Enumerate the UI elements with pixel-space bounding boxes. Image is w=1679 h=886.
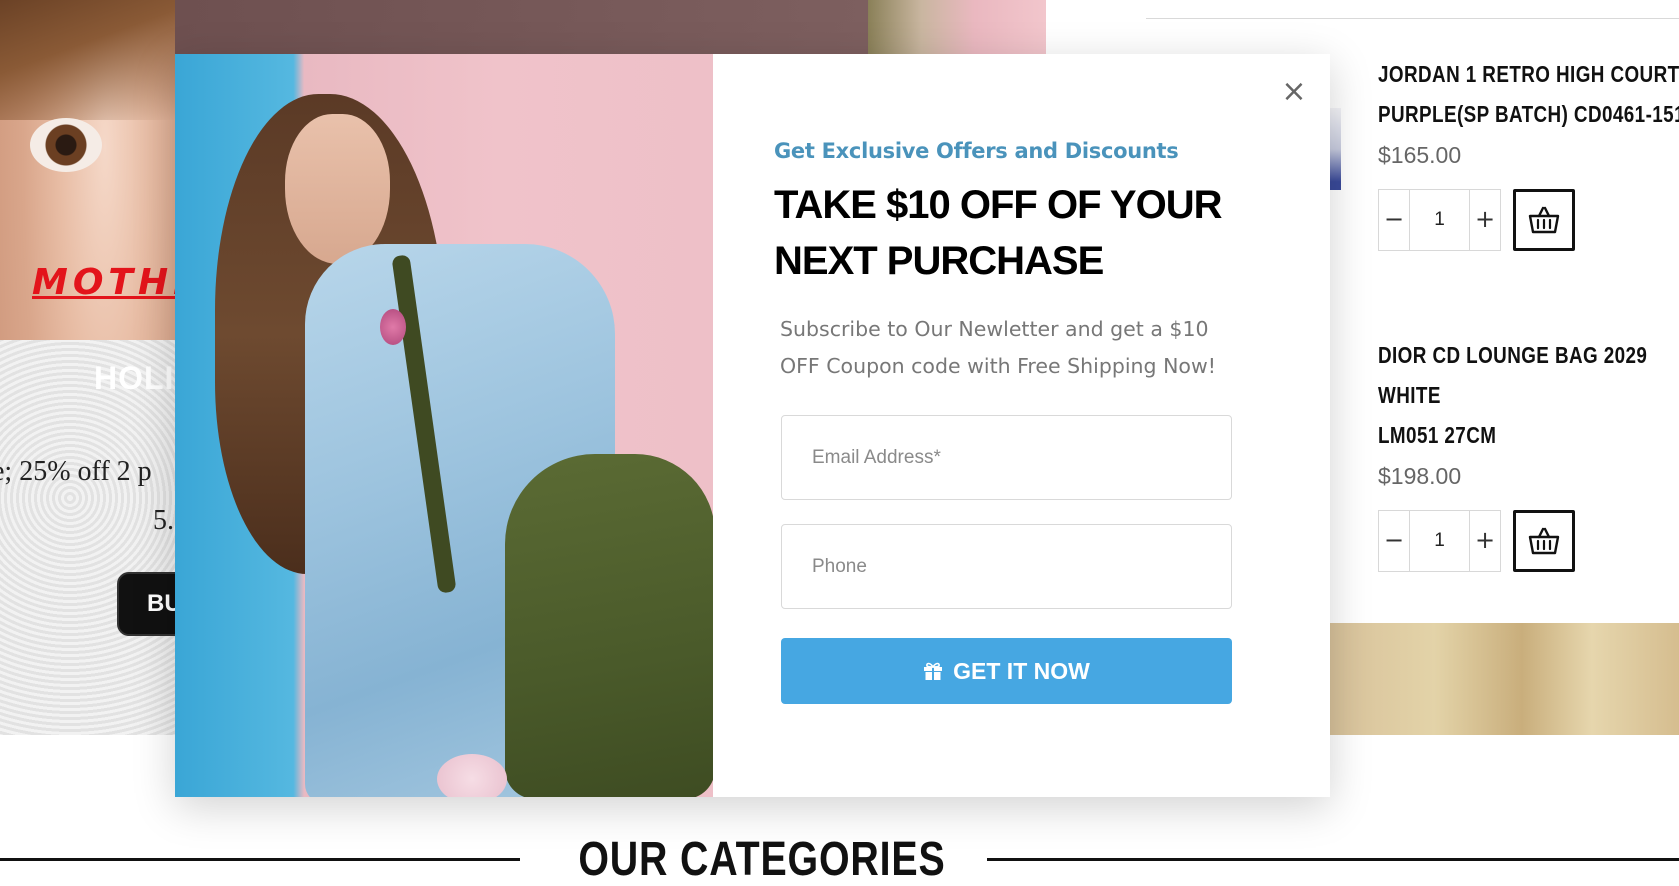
quantity-row: − 1 + [1378, 510, 1679, 572]
phone-field[interactable] [781, 524, 1232, 609]
basket-icon [1528, 206, 1560, 234]
quantity-decrease-button[interactable]: − [1379, 190, 1409, 250]
quantity-increase-button[interactable]: + [1470, 511, 1500, 571]
hero-promo-text-2: 5. [153, 505, 174, 536]
product-price: $198.00 [1378, 463, 1462, 489]
divider [987, 858, 1679, 861]
quantity-stepper: − 1 + [1378, 189, 1501, 251]
quantity-increase-button[interactable]: + [1470, 190, 1500, 250]
product-title[interactable]: Jordan 1 Retro High Court Purple(SP Batc… [1378, 54, 1679, 134]
basket-icon [1528, 527, 1560, 555]
product-title[interactable]: Dior CD Lounge Bag 2029 White LM051 27cm [1378, 335, 1679, 455]
divider [0, 858, 520, 861]
close-icon[interactable]: × [1276, 74, 1312, 110]
newsletter-popup: × Get Exclusive Offers and Discounts TAK… [175, 54, 1330, 797]
gift-icon [924, 662, 943, 680]
email-field[interactable] [781, 415, 1232, 500]
quantity-stepper: − 1 + [1378, 510, 1501, 572]
product-card: Dior CD Lounge Bag 2029 White LM051 27cm… [1378, 335, 1679, 572]
cta-label: GET IT NOW [953, 657, 1090, 684]
categories-heading: OUR CATEGORIES [578, 833, 946, 886]
product-thumbnail[interactable] [1329, 108, 1341, 190]
hero-promo-text: e; 25% off 2 p [0, 456, 152, 487]
promo-image [1330, 623, 1679, 735]
popup-content: × Get Exclusive Offers and Discounts TAK… [713, 54, 1330, 797]
add-to-cart-button[interactable] [1513, 510, 1575, 572]
popup-headline: TAKE $10 OFF OF YOUR NEXT PURCHASE [774, 183, 1222, 283]
popup-subtext: Subscribe to Our Newletter and get a $10… [780, 317, 1216, 378]
hero-top-image [175, 0, 868, 60]
popup-eyebrow: Get Exclusive Offers and Discounts [774, 139, 1179, 163]
popup-model-photo [175, 54, 713, 797]
quantity-input[interactable]: 1 [1409, 511, 1470, 571]
hero-top-strip-image [868, 0, 1046, 60]
product-card: Jordan 1 Retro High Court Purple(SP Batc… [1378, 54, 1679, 251]
add-to-cart-button[interactable] [1513, 189, 1575, 251]
product-price: $165.00 [1378, 142, 1462, 168]
quantity-row: − 1 + [1378, 189, 1679, 251]
divider [1146, 18, 1679, 19]
quantity-input[interactable]: 1 [1409, 190, 1470, 250]
get-it-now-button[interactable]: GET IT NOW [781, 638, 1232, 704]
quantity-decrease-button[interactable]: − [1379, 511, 1409, 571]
